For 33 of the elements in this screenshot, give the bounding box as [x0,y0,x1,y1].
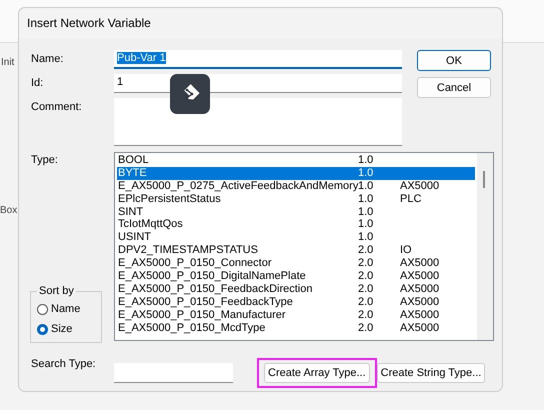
type-list-item[interactable]: EPlcPersistentStatus 1.0 PLC [117,192,475,206]
group-label: Sort by [38,285,75,297]
type-list-item[interactable]: E_AX5000_P_0150_FeedbackDirection 2.0 AX5000 [117,282,475,296]
type-list-item[interactable]: E_AX5000_P_0150_Connector 2.0 AX5000 [117,257,475,270]
radio-option[interactable]: Name [37,299,95,319]
field-label: Type: [31,153,59,166]
name-field[interactable]: Pub-Var 1 [114,50,402,69]
type-list-item[interactable]: SINT 1.0 [117,206,475,218]
comment-field[interactable] [114,98,402,146]
type-list-item[interactable]: E_AX5000_P_0150_DigitalNamePlate 2.0 AX5000 [117,270,475,283]
create-type-button[interactable]: Create Array Type... [264,363,370,383]
field-label: Id: [31,76,44,89]
type-list-item[interactable]: USINT 1.0 [117,231,475,244]
share-icon[interactable] [170,74,210,114]
background-label: Box [0,205,18,216]
type-list-item[interactable]: E_AX5000_P_0150_FeedbackType 2.0 AX5000 [117,296,475,309]
dialog-button[interactable]: OK [417,50,491,71]
field-label: Search Type: [31,358,97,370]
type-list-item[interactable]: E_AX5000_P_0150_Manufacturer 2.0 AX5000 [117,308,475,322]
field-label: Comment: [31,100,83,113]
type-list-item[interactable]: DPV2_TIMESTAMPSTATUS 2.0 IO [117,244,475,258]
search-field[interactable] [114,363,233,383]
background-label: Init [1,57,14,68]
radio-option[interactable]: Size [37,319,95,339]
type-list-item[interactable]: E_AX5000_P_0275_ActiveFeedbackAndMemory1.0 AX5000 [117,180,475,193]
type-list-item[interactable]: BYTE 1.0 [117,166,475,180]
create-type-button[interactable]: Create String Type... [376,363,486,383]
field-label: Name: [31,52,64,65]
dialog-button[interactable]: Cancel [417,77,491,98]
scrollbar[interactable] [477,153,493,340]
type-list-item[interactable]: BOOL 1.0 [117,154,475,167]
type-list-item[interactable]: TcIotMqttQos 1.0 [117,218,475,232]
type-list-item[interactable]: E_AX5000_P_0150_McdType 2.0 AX5000 [117,322,475,334]
